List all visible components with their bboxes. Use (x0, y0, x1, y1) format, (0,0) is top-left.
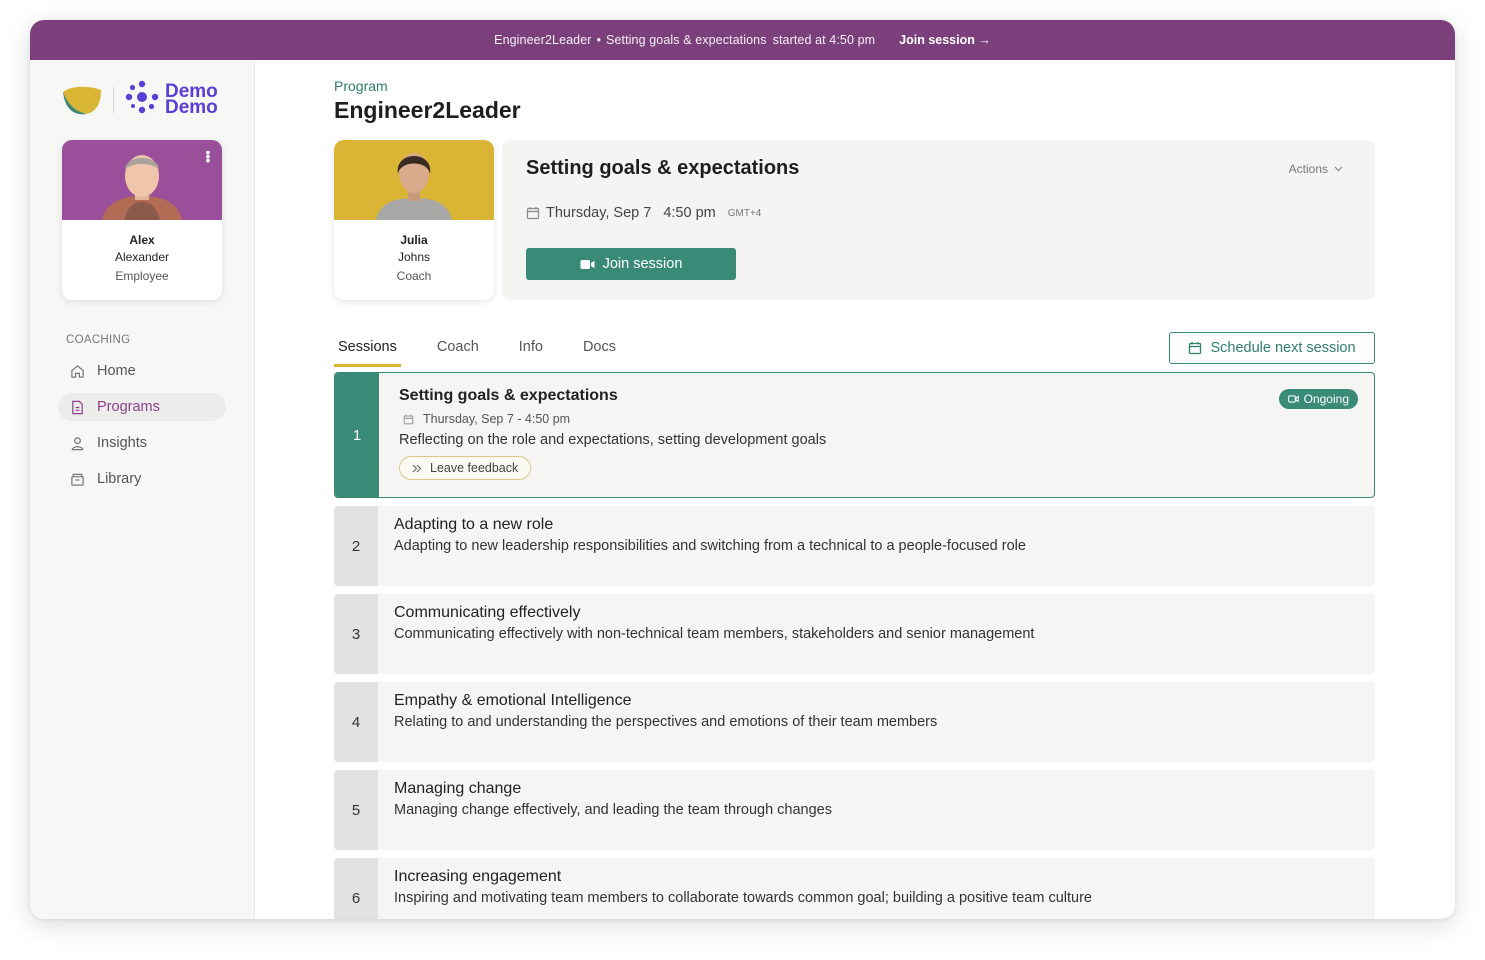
session-row-datetime-text: Thursday, Sep 7 - 4:50 pm (423, 412, 571, 426)
status-badge: Ongoing (1278, 389, 1358, 409)
tab-bar: Sessions Coach Info Docs (334, 336, 652, 367)
session-number: 5 (334, 770, 378, 850)
actions-dropdown[interactable]: Actions (1289, 162, 1343, 176)
sidebar-item-library[interactable]: Library (58, 465, 226, 493)
session-number: 3 (334, 594, 378, 674)
session-number: 1 (335, 373, 379, 497)
live-session-banner: Engineer2Leader • Setting goals & expect… (30, 20, 1455, 60)
leave-feedback-button[interactable]: Leave feedback (399, 456, 532, 480)
session-timezone: GMT+4 (727, 207, 762, 219)
chevron-down-icon (1334, 166, 1343, 172)
more-options-icon[interactable]: • • • (204, 145, 212, 167)
client-logo-line2: Demo (165, 96, 218, 118)
session-list: 1 Setting goals & expectations Thursday,… (334, 372, 1375, 919)
breadcrumb[interactable]: Program (334, 78, 388, 94)
banner-program: Engineer2Leader (494, 33, 592, 47)
coach-avatar (334, 140, 494, 220)
banner-join-session-link[interactable]: Join session → (899, 33, 991, 47)
calendar-icon (403, 414, 414, 424)
tab-docs[interactable]: Docs (579, 336, 620, 367)
page-title: Engineer2Leader (334, 97, 521, 123)
session-row-description: Inspiring and motivating team members to… (394, 890, 1092, 906)
leaf-logo-icon (61, 83, 103, 117)
coach-first-name: Julia (400, 233, 428, 247)
user-avatar: • • • (62, 140, 222, 220)
document-icon (72, 400, 83, 414)
session-row-description: Communicating effectively with non-techn… (394, 626, 1035, 642)
banner-started: started at 4:50 pm (772, 33, 876, 47)
schedule-next-session-button[interactable]: Schedule next session (1169, 332, 1375, 364)
session-row[interactable]: 5 Managing change Managing change effect… (334, 770, 1375, 850)
session-row-description: Managing change effectively, and leading… (394, 802, 832, 818)
logo[interactable]: Demo Demo (61, 80, 218, 119)
sidebar-item-label: Library (97, 471, 142, 487)
video-camera-icon (580, 259, 595, 269)
coach-role: Coach (396, 269, 432, 283)
join-session-label: Join session (602, 256, 683, 272)
sidebar-item-home[interactable]: Home (58, 357, 226, 385)
user-first-name: Alex (129, 233, 155, 247)
session-date: Thursday, Sep 7 (546, 205, 652, 221)
banner-separator: • (596, 33, 602, 47)
schedule-next-session-label: Schedule next session (1210, 340, 1356, 356)
user-last-name: Alexander (114, 250, 170, 264)
coach-last-name: Johns (397, 250, 431, 264)
session-row-datetime: Thursday, Sep 7 - 4:50 pm (399, 412, 826, 426)
session-number: 6 (334, 858, 378, 919)
video-camera-icon (1287, 395, 1299, 403)
session-row-current[interactable]: 1 Setting goals & expectations Thursday,… (334, 372, 1375, 498)
molecule-logo-icon (125, 80, 159, 119)
calendar-icon (1189, 342, 1202, 355)
tab-info[interactable]: Info (515, 336, 547, 367)
session-row-title: Increasing engagement (394, 868, 562, 885)
banner-session: Setting goals & expectations (606, 33, 767, 47)
nav-section-label: COACHING (66, 334, 131, 346)
sidebar-item-insights[interactable]: Insights (58, 429, 226, 457)
session-row-description: Adapting to new leadership responsibilit… (394, 538, 1026, 554)
session-row[interactable]: 3 Communicating effectively Communicatin… (334, 594, 1375, 674)
user-profile-card[interactable]: • • • Alex Alexander Employee (62, 140, 222, 300)
join-session-button[interactable]: Join session (526, 248, 736, 280)
session-datetime: Thursday, Sep 7 4:50 pm GMT+4 (526, 205, 761, 221)
session-row[interactable]: 2 Adapting to a new role Adapting to new… (334, 506, 1375, 586)
status-badge-label: Ongoing (1303, 392, 1349, 406)
app-window: Engineer2Leader • Setting goals & expect… (30, 20, 1455, 919)
session-row-title: Managing change (394, 780, 522, 797)
session-row-title: Empathy & emotional Intelligence (394, 692, 632, 709)
session-number: 2 (334, 506, 378, 586)
sidebar-nav: Home Programs Insights Library (58, 357, 226, 501)
session-row-title: Adapting to a new role (394, 516, 554, 533)
sidebar-item-label: Programs (97, 399, 160, 415)
tab-sessions[interactable]: Sessions (334, 336, 401, 367)
main-content: Program Engineer2Leader Julia Johns Coac… (256, 60, 1455, 919)
actions-label: Actions (1288, 162, 1328, 176)
session-number: 4 (334, 682, 378, 762)
client-logo-text: Demo Demo (165, 82, 218, 118)
sidebar-item-programs[interactable]: Programs (58, 393, 226, 421)
double-chevron-right-icon (412, 464, 422, 472)
person-icon (71, 436, 84, 450)
sidebar-item-label: Insights (97, 435, 147, 451)
session-row[interactable]: 4 Empathy & emotional Intelligence Relat… (334, 682, 1375, 762)
current-session-card: Setting goals & expectations Actions Thu… (502, 140, 1375, 300)
session-row-title: Communicating effectively (394, 604, 581, 621)
home-icon (71, 364, 84, 378)
sidebar-item-label: Home (97, 363, 136, 379)
user-role: Employee (115, 269, 169, 283)
leave-feedback-label: Leave feedback (430, 461, 519, 475)
calendar-icon (526, 207, 540, 220)
session-row-title: Setting goals & expectations (399, 387, 618, 404)
sidebar: Demo Demo ••• Alex Alexander Employee (30, 60, 255, 919)
logo-divider (113, 86, 114, 113)
archive-icon (71, 473, 84, 486)
session-row[interactable]: 6 Increasing engagement Inspiring and mo… (334, 858, 1375, 919)
session-row-description: Relating to and understanding the perspe… (394, 714, 938, 730)
coach-card[interactable]: Julia Johns Coach (334, 140, 494, 300)
session-time: 4:50 pm (663, 205, 716, 221)
session-title: Setting goals & expectations (526, 157, 800, 179)
session-row-description: Reflecting on the role and expectations,… (399, 432, 827, 448)
tab-coach[interactable]: Coach (433, 336, 483, 367)
